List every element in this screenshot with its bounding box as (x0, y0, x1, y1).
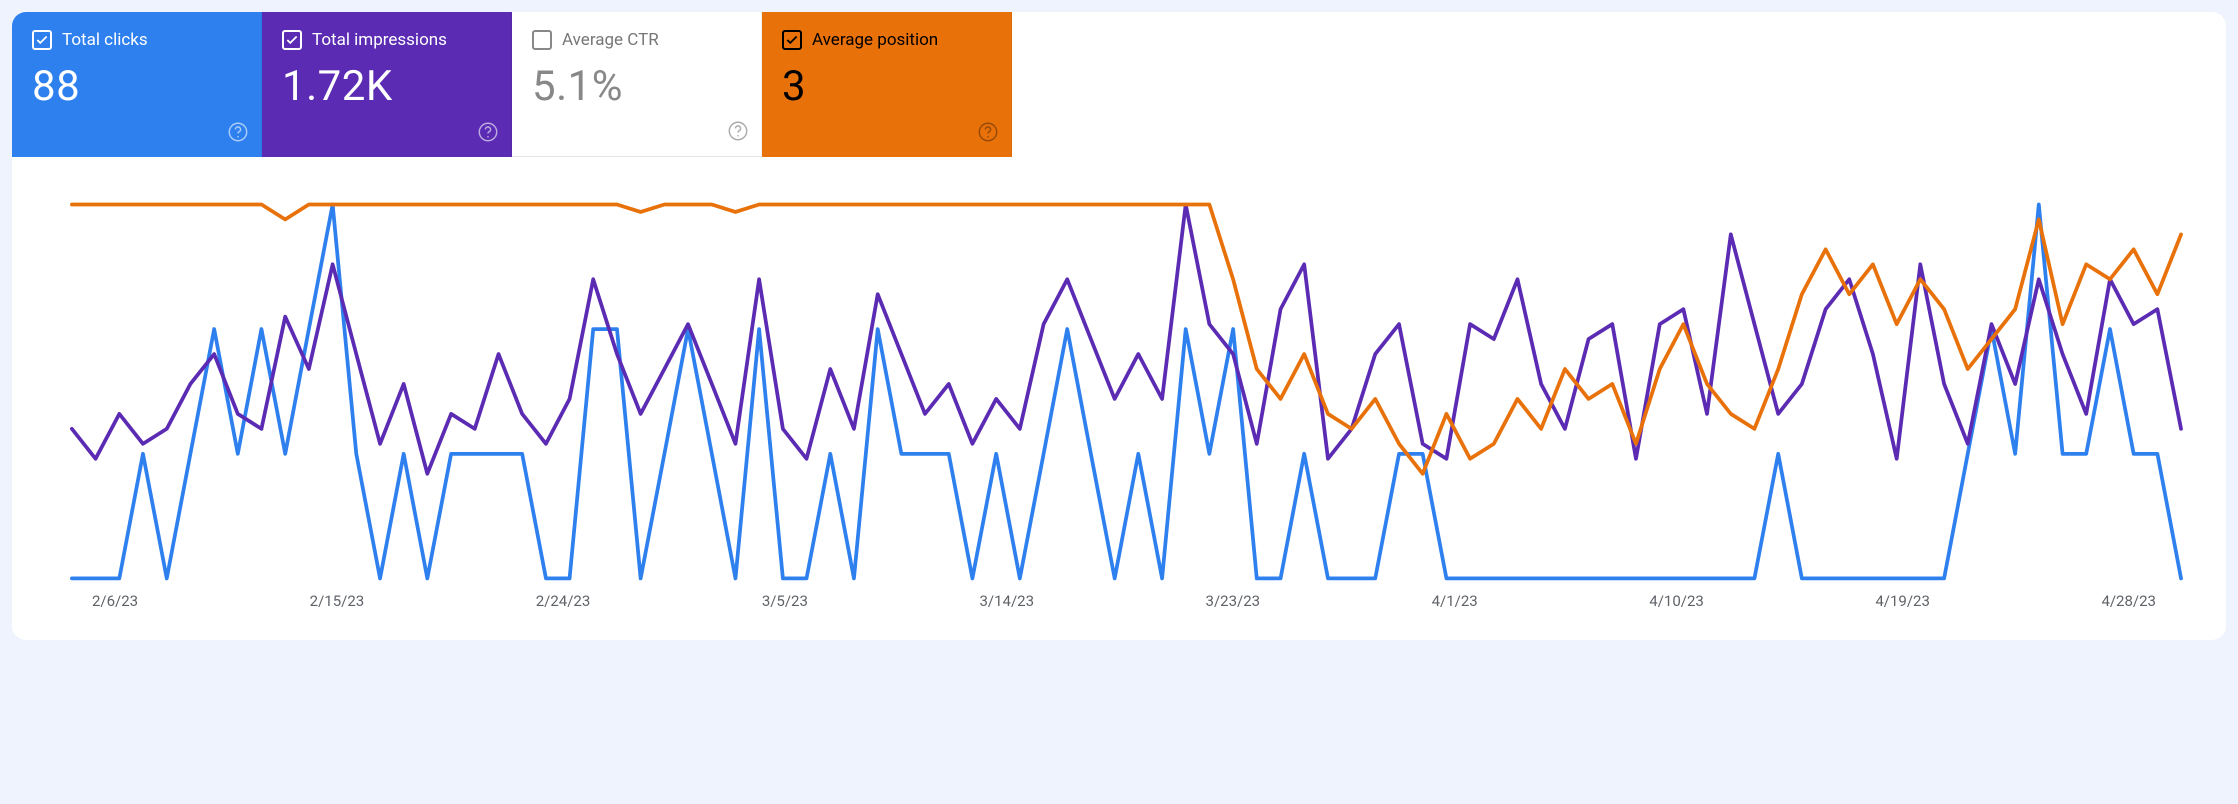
x-tick-label: 3/14/23 (979, 592, 1034, 610)
metric-label: Average CTR (562, 30, 659, 50)
x-tick-label: 3/5/23 (762, 592, 808, 610)
metric-card-position[interactable]: Average position 3 (762, 12, 1012, 157)
metric-label: Total clicks (62, 30, 148, 50)
checkbox-icon (782, 30, 802, 50)
help-icon[interactable] (727, 120, 749, 146)
metric-value: 5.1% (532, 62, 741, 111)
performance-chart: 2/6/23 2/15/23 2/24/23 3/5/23 3/14/23 3/23/23… (12, 157, 2226, 640)
x-tick-label: 2/6/23 (92, 592, 138, 610)
x-tick-label: 2/24/23 (536, 592, 591, 610)
x-tick-label: 4/10/23 (1649, 592, 1704, 610)
help-icon[interactable] (477, 121, 499, 147)
metric-card-ctr[interactable]: Average CTR 5.1% (512, 12, 762, 157)
search-performance-panel: Total clicks 88 Total impressions 1.72K Aver… (12, 12, 2226, 640)
metric-label: Average position (812, 30, 938, 50)
metric-cards-row: Total clicks 88 Total impressions 1.72K Aver… (12, 12, 2226, 157)
metric-value: 1.72K (282, 62, 491, 111)
series-line-total-clicks (72, 204, 2181, 578)
x-axis-labels: 2/6/23 2/15/23 2/24/23 3/5/23 3/14/23 3/23/23… (42, 586, 2196, 620)
metric-card-impressions[interactable]: Total impressions 1.72K (262, 12, 512, 157)
metric-value: 3 (782, 62, 991, 111)
metric-value: 88 (32, 62, 241, 111)
checkbox-icon (282, 30, 302, 50)
checkbox-icon (32, 30, 52, 50)
checkbox-icon (532, 30, 552, 50)
line-chart-svg (42, 197, 2196, 586)
x-tick-label: 2/15/23 (310, 592, 365, 610)
metric-card-clicks[interactable]: Total clicks 88 (12, 12, 262, 157)
help-icon[interactable] (227, 121, 249, 147)
series-line-total-impressions (72, 204, 2181, 473)
series-line-average-position (72, 204, 2181, 473)
x-tick-label: 4/28/23 (2101, 592, 2156, 610)
x-tick-label: 3/23/23 (1206, 592, 1261, 610)
metric-label: Total impressions (312, 30, 447, 50)
help-icon[interactable] (977, 121, 999, 147)
x-tick-label: 4/1/23 (1432, 592, 1478, 610)
x-tick-label: 4/19/23 (1875, 592, 1930, 610)
